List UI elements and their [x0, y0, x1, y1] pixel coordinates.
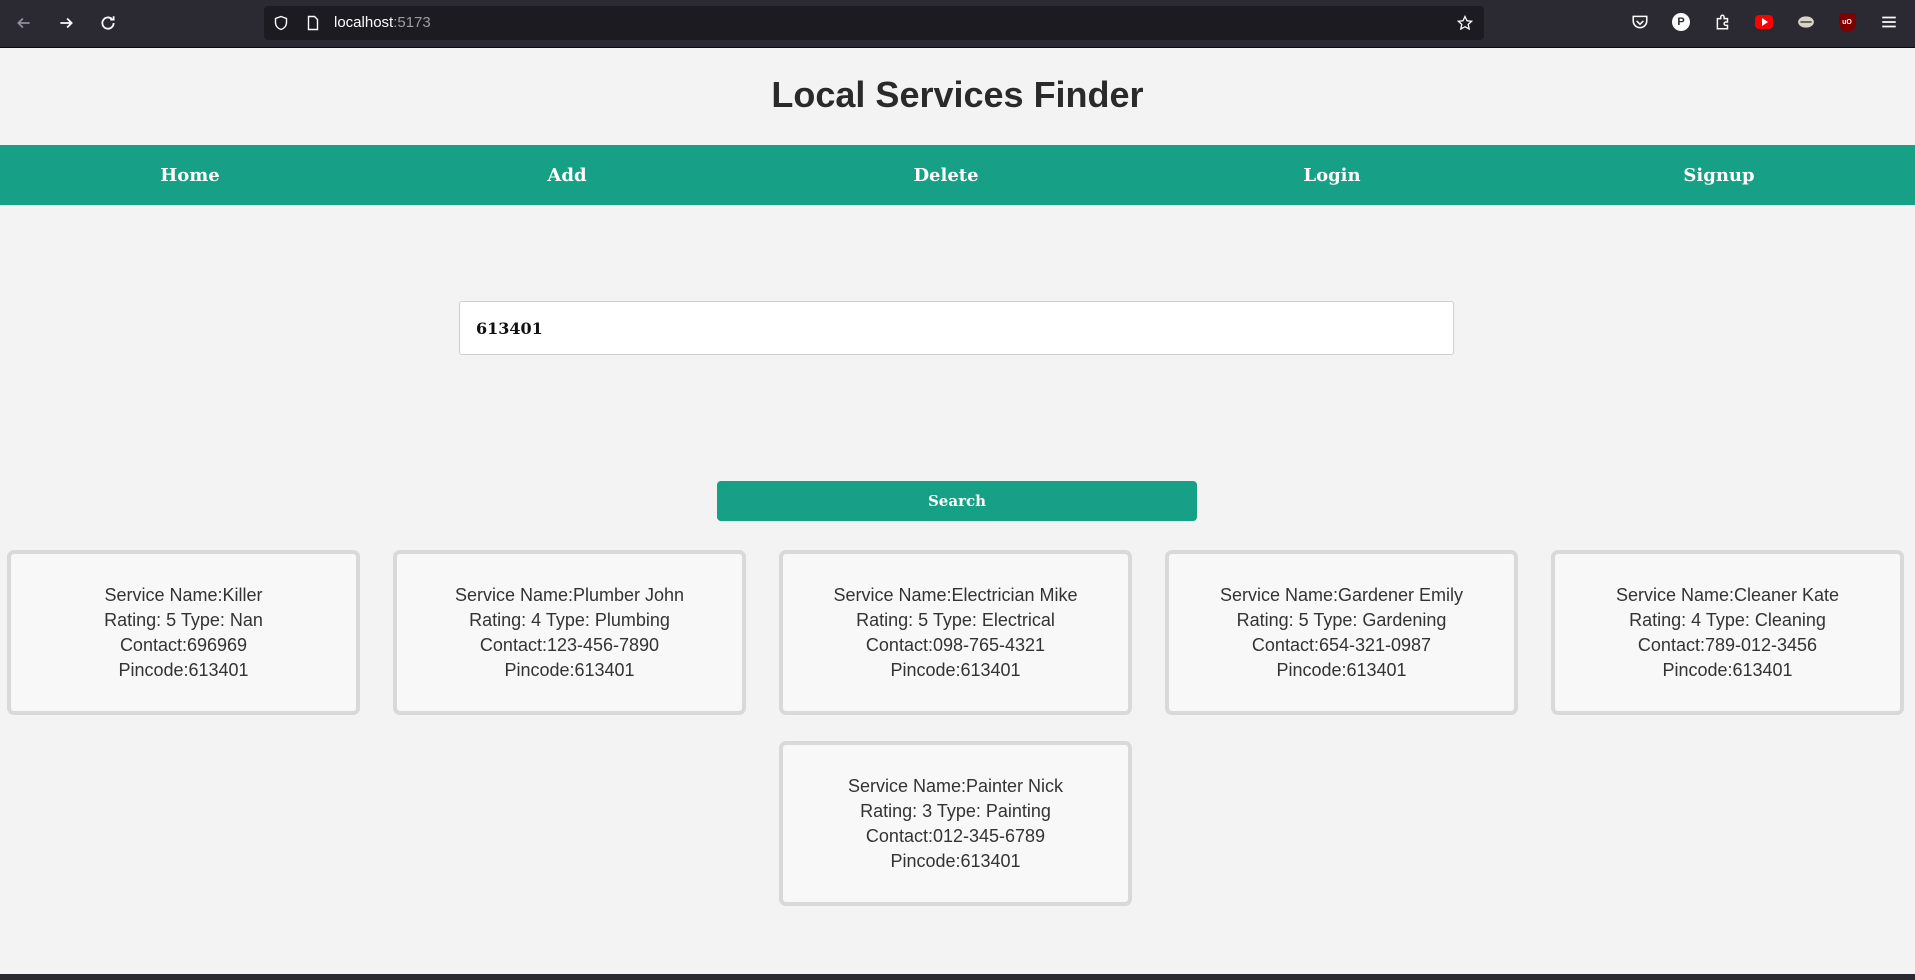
service-pincode: Pincode:613401: [1662, 659, 1793, 680]
service-card: Service Name:Cleaner Kate Rating: 4 Type…: [1551, 550, 1904, 715]
service-card: Service Name:Plumber John Rating: 4 Type…: [393, 550, 746, 715]
window-bottom-edge: [0, 974, 1915, 980]
url-port: :5173: [393, 14, 431, 31]
service-contact: Contact:654-321-0987: [1251, 634, 1432, 655]
ublock-icon[interactable]: uO: [1836, 11, 1858, 33]
nav-add[interactable]: Add: [547, 165, 586, 186]
nav-login[interactable]: Login: [1303, 165, 1360, 186]
service-name: Service Name:Painter Nick: [847, 775, 1064, 796]
shield-icon[interactable]: [272, 14, 290, 32]
service-rating-type: Rating: 4 Type: Cleaning: [1629, 609, 1826, 630]
service-contact: Contact:789-012-3456: [1637, 634, 1818, 655]
service-contact: Contact:012-345-6789: [865, 825, 1046, 846]
service-name: Service Name:Electrician Mike: [833, 584, 1078, 605]
address-bar[interactable]: localhost:5173: [264, 6, 1484, 40]
service-contact: Contact:123-456-7890: [479, 634, 660, 655]
url-host: localhost: [334, 14, 394, 31]
service-card: Service Name:Electrician Mike Rating: 5 …: [779, 550, 1132, 715]
service-rating-type: Rating: 5 Type: Gardening: [1236, 609, 1447, 630]
nav-delete[interactable]: Delete: [913, 165, 978, 186]
menu-hamburger-icon[interactable]: [1878, 11, 1900, 33]
bookmark-star-icon[interactable]: [1456, 14, 1474, 32]
back-arrow-icon[interactable]: [10, 9, 38, 37]
search-button[interactable]: Search: [717, 481, 1197, 521]
service-name: Service Name:Plumber John: [454, 584, 685, 605]
page-title: Local Services Finder: [771, 74, 1144, 115]
forward-arrow-icon[interactable]: [52, 9, 80, 37]
extension-p-icon[interactable]: P: [1670, 11, 1692, 33]
page-icon[interactable]: [304, 14, 322, 32]
service-name: Service Name:Cleaner Kate: [1615, 584, 1840, 605]
service-rating-type: Rating: 4 Type: Plumbing: [469, 609, 670, 630]
nav-signup[interactable]: Signup: [1683, 165, 1754, 186]
service-pincode: Pincode:613401: [118, 659, 249, 680]
service-rating-type: Rating: 3 Type: Painting: [860, 800, 1051, 821]
service-pincode: Pincode:613401: [1276, 659, 1407, 680]
service-pincode: Pincode:613401: [504, 659, 635, 680]
service-contact: Contact:696969: [119, 634, 248, 655]
service-name: Service Name:Gardener Emily: [1219, 584, 1464, 605]
service-pincode: Pincode:613401: [890, 850, 1021, 871]
browser-toolbar: localhost:5173 P uO: [0, 0, 1915, 48]
youtube-extension-icon[interactable]: [1753, 11, 1775, 33]
extension-face-icon[interactable]: [1795, 11, 1817, 33]
extensions-puzzle-icon[interactable]: [1712, 11, 1734, 33]
service-card: Service Name:Painter Nick Rating: 3 Type…: [779, 741, 1132, 906]
service-pincode: Pincode:613401: [890, 659, 1021, 680]
pocket-icon[interactable]: [1629, 11, 1651, 33]
url-text[interactable]: localhost:5173: [334, 14, 431, 31]
nav-home[interactable]: Home: [160, 165, 220, 186]
service-card: Service Name:Gardener Emily Rating: 5 Ty…: [1165, 550, 1518, 715]
reload-icon[interactable]: [94, 9, 122, 37]
service-rating-type: Rating: 5 Type: Nan: [104, 609, 263, 630]
navbar: Home Add Delete Login Signup: [0, 145, 1915, 205]
pincode-search-input[interactable]: [459, 301, 1454, 355]
service-rating-type: Rating: 5 Type: Electrical: [856, 609, 1055, 630]
service-card: Service Name:Killer Rating: 5 Type: Nan …: [7, 550, 360, 715]
service-name: Service Name:Killer: [104, 584, 263, 605]
service-contact: Contact:098-765-4321: [865, 634, 1046, 655]
